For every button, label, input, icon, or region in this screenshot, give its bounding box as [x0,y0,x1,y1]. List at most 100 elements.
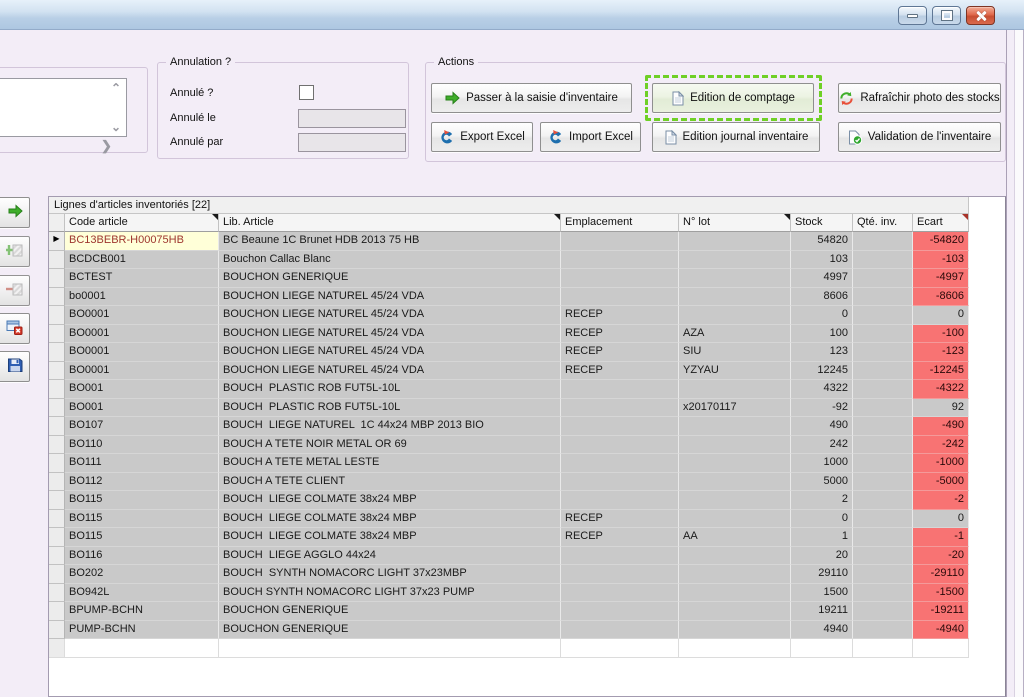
table-row[interactable]: BO112BOUCH A TETE CLIENT5000-5000 [49,473,969,492]
cell-code-article[interactable]: BO0001 [65,306,219,325]
column-header-emplacement[interactable]: Emplacement [561,214,679,232]
table-row[interactable]: BO111BOUCH A TETE METAL LESTE1000-1000 [49,454,969,473]
cell-stock[interactable]: 20 [791,547,853,566]
cell-n-lot[interactable] [679,602,791,621]
cell-n-lot[interactable] [679,417,791,436]
row-selector[interactable] [49,251,65,270]
cell-lib-article[interactable]: BOUCHON LIEGE NATUREL 45/24 VDA [219,306,561,325]
cell-ecart[interactable]: 92 [913,399,969,418]
column-header-code-article[interactable]: Code article [65,214,219,232]
cell-code-article[interactable]: BO112 [65,473,219,492]
cell-n-lot[interactable] [679,584,791,603]
cell-qte-inv[interactable] [853,380,913,399]
cell-lib-article[interactable]: BOUCH LIEGE NATUREL 1C 44x24 MBP 2013 BI… [219,417,561,436]
row-selector[interactable] [49,621,65,640]
cell-ecart[interactable]: -2 [913,491,969,510]
cell-emplacement[interactable]: RECEP [561,528,679,547]
cell-code-article[interactable]: bo0001 [65,288,219,307]
row-selector[interactable] [49,547,65,566]
cell-ecart[interactable]: -4940 [913,621,969,640]
table-row[interactable]: PUMP-BCHNBOUCHON GENERIQUE4940-4940 [49,621,969,640]
column-header-lib-article[interactable]: Lib. Article [219,214,561,232]
cell-lib-article[interactable]: BOUCH PLASTIC ROB FUT5L-10L [219,399,561,418]
row-selector[interactable] [49,306,65,325]
action-button-export-excel[interactable]: Export Excel [431,122,533,152]
cell-code-article[interactable]: BO115 [65,510,219,529]
cell-n-lot[interactable] [679,510,791,529]
table-row[interactable]: BO115BOUCH LIEGE COLMATE 38x24 MBPRECEPA… [49,528,969,547]
row-selector[interactable] [49,510,65,529]
cell-code-article[interactable]: BO0001 [65,325,219,344]
cell-emplacement[interactable] [561,380,679,399]
cell-n-lot[interactable] [679,547,791,566]
cell-ecart[interactable]: -54820 [913,232,969,251]
cell-code-article[interactable]: BO110 [65,436,219,455]
cell-n-lot[interactable]: AZA [679,325,791,344]
cell-emplacement[interactable] [561,436,679,455]
table-row[interactable]: BO110BOUCH A TETE NOIR METAL OR 69242-24… [49,436,969,455]
cell-code-article[interactable]: BO001 [65,380,219,399]
row-selector[interactable] [49,288,65,307]
cell-emplacement[interactable] [561,584,679,603]
cell-emplacement[interactable] [561,454,679,473]
cell-code-article[interactable]: BO942L [65,584,219,603]
cell-lib-article[interactable]: BOUCHON GENERIQUE [219,621,561,640]
cell-code-article[interactable]: BO111 [65,454,219,473]
cell-emplacement[interactable] [561,232,679,251]
cell-ecart[interactable]: -100 [913,325,969,344]
cell-lib-article[interactable]: BOUCHON LIEGE NATUREL 45/24 VDA [219,343,561,362]
cell-qte-inv[interactable] [853,584,913,603]
cell-stock[interactable]: 5000 [791,473,853,492]
cell-code-article[interactable]: BCDCB001 [65,251,219,270]
cell-stock[interactable]: 1500 [791,584,853,603]
annule-checkbox[interactable] [299,85,314,100]
cell-code-article[interactable]: BO202 [65,565,219,584]
column-header-stock[interactable]: Stock [791,214,853,232]
action-button-validation-de-l-inventaire[interactable]: Validation de l'inventaire [838,122,1001,152]
cell-emplacement[interactable]: RECEP [561,362,679,381]
cell-ecart[interactable]: -19211 [913,602,969,621]
column-header-qt-inv[interactable]: Qté. inv. [853,214,913,232]
cell-code-article[interactable]: BO0001 [65,343,219,362]
cell-n-lot[interactable] [679,454,791,473]
cell-stock[interactable]: 100 [791,325,853,344]
cell-code-article[interactable]: BCTEST [65,269,219,288]
cell-emplacement[interactable] [561,288,679,307]
cell-n-lot[interactable]: x20170117 [679,399,791,418]
table-row[interactable]: BO0001BOUCHON LIEGE NATUREL 45/24 VDAREC… [49,362,969,381]
row-selector[interactable] [49,473,65,492]
cell-stock[interactable]: 4322 [791,380,853,399]
cell-stock[interactable]: 242 [791,436,853,455]
table-row[interactable]: BCTESTBOUCHON GENERIQUE4997-4997 [49,269,969,288]
spin-text-field[interactable]: ⌃ ⌄ [0,78,127,137]
cell-n-lot[interactable] [679,565,791,584]
cell-qte-inv[interactable] [853,510,913,529]
cell-emplacement[interactable] [561,269,679,288]
cell-qte-inv[interactable] [853,417,913,436]
cell-stock[interactable]: 1 [791,528,853,547]
row-selector[interactable]: ▶ [49,232,65,251]
toolbar-button-save[interactable] [0,351,30,382]
cell-lib-article[interactable]: BOUCHON LIEGE NATUREL 45/24 VDA [219,325,561,344]
cell-lib-article[interactable]: BOUCH A TETE METAL LESTE [219,454,561,473]
cell-lib-article[interactable]: BOUCHON GENERIQUE [219,602,561,621]
cell-code-article[interactable]: BO115 [65,491,219,510]
cell-stock[interactable]: 103 [791,251,853,270]
cell-lib-article[interactable]: BOUCH LIEGE AGGLO 44x24 [219,547,561,566]
table-row[interactable]: BO001BOUCH PLASTIC ROB FUT5L-10Lx2017011… [49,399,969,418]
cell-n-lot[interactable]: YZYAU [679,362,791,381]
cell-code-article[interactable]: BO107 [65,417,219,436]
cell-lib-article[interactable]: BOUCH PLASTIC ROB FUT5L-10L [219,380,561,399]
cell-stock[interactable]: 0 [791,306,853,325]
cell-emplacement[interactable] [561,602,679,621]
cell-lib-article[interactable]: BOUCHON GENERIQUE [219,269,561,288]
row-selector[interactable] [49,362,65,381]
cell-qte-inv[interactable] [853,288,913,307]
expand-arrow-icon[interactable]: ❯ [101,138,112,154]
cell-lib-article[interactable]: BOUCHON LIEGE NATUREL 45/24 VDA [219,362,561,381]
cell-code-article[interactable]: BO0001 [65,362,219,381]
table-row[interactable]: BO115BOUCH LIEGE COLMATE 38x24 MBPRECEP0… [49,510,969,529]
cell-ecart[interactable]: 0 [913,510,969,529]
row-selector[interactable] [49,380,65,399]
cell-emplacement[interactable] [561,399,679,418]
